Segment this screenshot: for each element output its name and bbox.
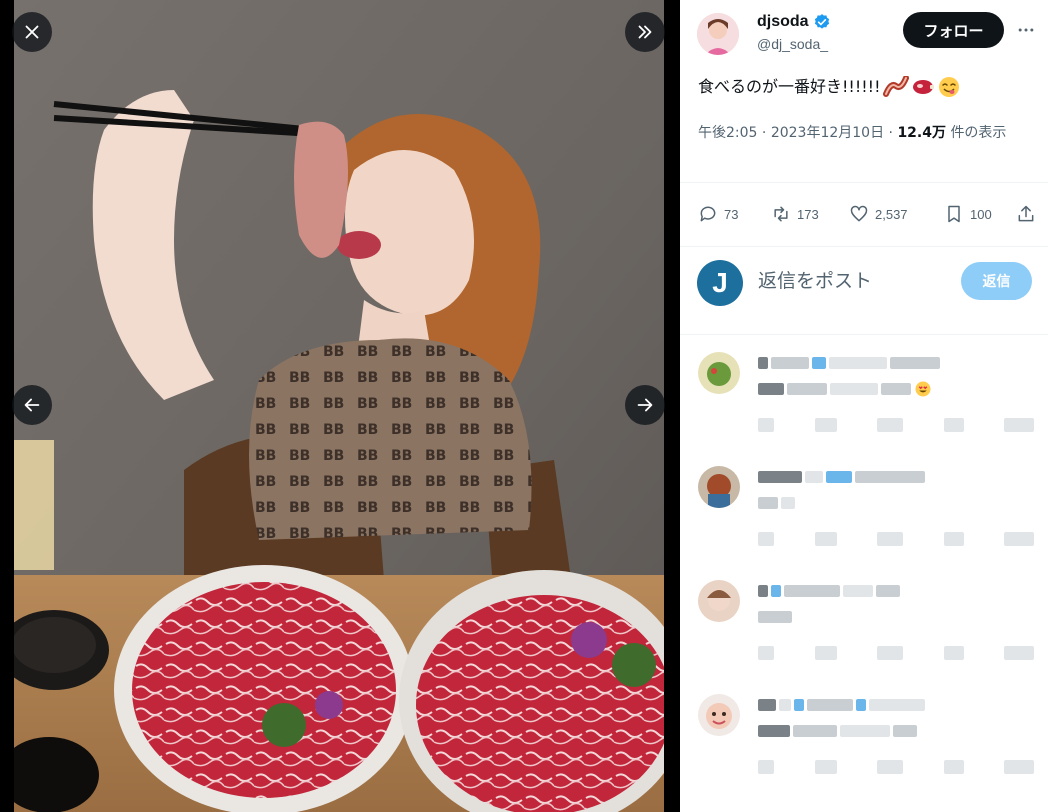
- reply-icon: [700, 206, 716, 222]
- reply-text-blurred: [758, 381, 932, 397]
- meta-separator-2: ·: [888, 125, 893, 141]
- tweet-detail-panel: djsoda @dj_soda_ フォロー 食べるのが一番好き!!!!!! 午後…: [680, 0, 1048, 812]
- reply-text-blurred: [758, 724, 917, 738]
- heart-eyes-emoji-icon: [915, 381, 931, 397]
- arrow-left-icon: [24, 398, 40, 412]
- reply-avatar[interactable]: [698, 580, 740, 622]
- close-button[interactable]: [12, 12, 52, 52]
- reply-meta-blurred: [758, 646, 1034, 660]
- tweet-text: 食べるのが一番好き!!!!!!: [698, 74, 1028, 100]
- meat-emoji-icon: [912, 80, 934, 94]
- reply-item[interactable]: [680, 694, 1048, 812]
- bacon-emoji-icon: [882, 76, 909, 97]
- divider-top: [680, 182, 1048, 183]
- bookmark-count: 100: [970, 206, 992, 222]
- reply-avatar-image: [698, 466, 740, 508]
- reply-item[interactable]: [680, 580, 1048, 690]
- reply-avatar-image: [698, 352, 740, 394]
- more-dots-icon: [1018, 28, 1034, 32]
- tweet-date[interactable]: 2023年12月10日: [771, 125, 884, 141]
- reply-avatar[interactable]: [698, 694, 740, 736]
- reply-avatar-image: [698, 580, 740, 622]
- author-avatar[interactable]: [697, 13, 739, 55]
- previous-image-button[interactable]: [12, 385, 52, 425]
- reply-header-blurred: [758, 584, 900, 598]
- reply-avatar[interactable]: [698, 352, 740, 394]
- reply-header-blurred: [758, 356, 940, 370]
- next-image-button[interactable]: [625, 385, 665, 425]
- meta-separator-1: ·: [761, 125, 767, 141]
- reply-meta-blurred: [758, 532, 1034, 546]
- views-suffix: 件の表示: [950, 125, 1007, 141]
- yum-emoji-icon: [938, 77, 959, 97]
- reply-avatar-image: [698, 694, 740, 736]
- arrow-right-icon: [637, 398, 653, 412]
- reply-header-blurred: [758, 698, 925, 712]
- reply-avatar[interactable]: [698, 466, 740, 508]
- author-handle[interactable]: @dj_soda_: [757, 36, 828, 52]
- bookmark-icon: [948, 205, 960, 223]
- verified-badge-icon: [814, 14, 829, 29]
- reply-meta-blurred: [758, 418, 1034, 432]
- reply-count: 73: [724, 206, 739, 222]
- tweet-actions: 73 173 2,537 100: [698, 198, 1038, 230]
- double-chevron-right-icon: [638, 25, 652, 39]
- tweet-time[interactable]: 午後2:05: [698, 125, 757, 141]
- share-icon: [1018, 205, 1034, 222]
- reply-text-blurred: [758, 610, 792, 624]
- author-name-row[interactable]: djsoda: [757, 13, 831, 31]
- share-action[interactable]: [1016, 204, 1036, 224]
- reply-meta-blurred: [758, 760, 1034, 774]
- reply-item[interactable]: [680, 352, 1048, 462]
- photo-illustration: BB: [14, 0, 664, 812]
- tweet-photo[interactable]: BB: [14, 0, 664, 812]
- author-display-name[interactable]: djsoda: [757, 13, 809, 31]
- retweet-count: 173: [797, 206, 819, 222]
- like-action[interactable]: 2,537: [849, 204, 944, 224]
- more-options-button[interactable]: [1014, 18, 1038, 42]
- current-user-avatar[interactable]: J: [697, 260, 743, 306]
- follow-button[interactable]: フォロー: [903, 12, 1004, 48]
- close-icon: [25, 25, 39, 39]
- reply-header-blurred: [758, 470, 925, 484]
- like-count: 2,537: [875, 206, 908, 222]
- media-viewer: BB: [0, 0, 678, 812]
- reply-item[interactable]: [680, 466, 1048, 576]
- bookmark-action[interactable]: 100: [944, 204, 1016, 224]
- views-count: 12.4万: [897, 125, 946, 141]
- tweet-header: djsoda @dj_soda_ フォロー: [680, 0, 1048, 62]
- expand-panel-button[interactable]: [625, 12, 665, 52]
- retweet-icon: [774, 206, 788, 222]
- reply-composer: J 返信: [680, 252, 1048, 314]
- tweet-meta: 午後2:05 · 2023年12月10日 · 12.4万 件の表示: [698, 120, 1028, 146]
- divider-replies: [680, 334, 1048, 335]
- divider-actions: [680, 246, 1048, 247]
- avatar-image: [697, 13, 739, 55]
- tweet-text-body: 食べるのが一番好き!!!!!!: [698, 77, 881, 96]
- heart-icon: [850, 205, 868, 222]
- reply-input[interactable]: [758, 266, 928, 296]
- retweet-action[interactable]: 173: [771, 204, 849, 224]
- reply-action[interactable]: 73: [698, 204, 771, 224]
- reply-submit-button[interactable]: 返信: [961, 262, 1032, 300]
- reply-text-blurred: [758, 496, 795, 510]
